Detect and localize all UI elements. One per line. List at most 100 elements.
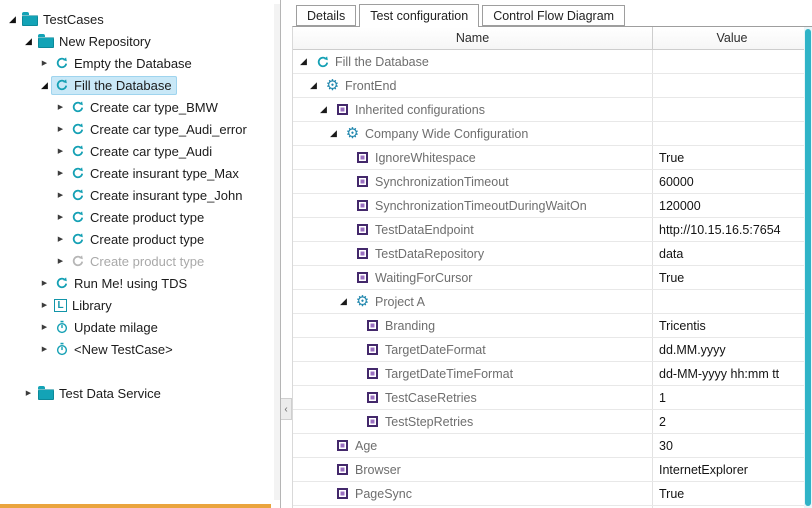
config-name-cell: SynchronizationTimeoutDuringWaitOn	[293, 194, 653, 217]
tree-item-empty-the-database[interactable]: ▶Empty the Database	[0, 52, 280, 74]
tree-item-label: Run Me! using TDS	[74, 276, 187, 291]
config-value-cell[interactable]: True	[653, 146, 812, 169]
config-value-cell[interactable]	[653, 74, 812, 97]
collapse-arrow-icon[interactable]: ◢	[22, 37, 35, 46]
config-value-cell[interactable]	[653, 98, 812, 121]
config-value-cell[interactable]: dd-MM-yyyy hh:mm tt	[653, 362, 812, 385]
expand-arrow-icon[interactable]: ▶	[54, 214, 67, 221]
tree-item-new-testcase[interactable]: ▶<New TestCase>	[0, 338, 280, 360]
tree-item-label: Create product type	[90, 210, 204, 225]
config-name-label: SynchronizationTimeout	[375, 175, 509, 189]
config-value-cell[interactable]: True	[653, 266, 812, 289]
tab-details[interactable]: Details	[296, 5, 356, 26]
param-icon	[357, 248, 368, 259]
tree-item-new-repository[interactable]: ◢New Repository	[0, 30, 280, 52]
expand-arrow-icon[interactable]: ▶	[54, 258, 67, 265]
config-value-cell[interactable]: http://10.15.16.5:7654	[653, 218, 812, 241]
config-name-cell: ◢Inherited configurations	[293, 98, 653, 121]
column-header-value[interactable]: Value	[653, 27, 812, 49]
tab-control-flow-diagram[interactable]: Control Flow Diagram	[482, 5, 625, 26]
collapse-arrow-icon[interactable]: ◢	[317, 105, 330, 114]
config-row-pagesync[interactable]: PageSyncTrue	[293, 482, 812, 506]
tree-item-create-car-type-bmw[interactable]: ▶Create car type_BMW	[0, 96, 280, 118]
config-row-fill-the-database[interactable]: ◢Fill the Database	[293, 50, 812, 74]
tree-item-create-car-type-audi[interactable]: ▶ Create car type_Audi	[0, 140, 280, 162]
expand-arrow-icon[interactable]: ▶	[54, 104, 67, 111]
expand-arrow-icon[interactable]: ▶	[38, 280, 51, 287]
expand-arrow-icon[interactable]: ▶	[38, 324, 51, 331]
details-panel: DetailsTest configurationControl Flow Di…	[292, 0, 812, 508]
config-row-branding[interactable]: BrandingTricentis	[293, 314, 812, 338]
config-value-cell[interactable]	[653, 122, 812, 145]
collapse-panel-button[interactable]: ‹	[281, 398, 292, 420]
config-value-cell[interactable]: Tricentis	[653, 314, 812, 337]
collapse-arrow-icon[interactable]: ◢	[307, 81, 320, 90]
tab-test-configuration[interactable]: Test configuration	[359, 4, 479, 27]
config-row-synchronizationtimeoutduringwaiton[interactable]: SynchronizationTimeoutDuringWaitOn120000	[293, 194, 812, 218]
tree-item-run-me-using-tds[interactable]: ▶ Run Me! using TDS	[0, 272, 280, 294]
expand-arrow-icon[interactable]: ▶	[54, 236, 67, 243]
config-row-waitingforcursor[interactable]: WaitingForCursorTrue	[293, 266, 812, 290]
panel-splitter[interactable]: ‹	[281, 0, 292, 508]
config-row-testcaseretries[interactable]: TestCaseRetries1	[293, 386, 812, 410]
config-value-cell[interactable]: dd.MM.yyyy	[653, 338, 812, 361]
expand-arrow-icon[interactable]: ▶	[54, 192, 67, 199]
grid-vertical-scrollbar[interactable]	[804, 27, 812, 508]
config-value-cell[interactable]: InternetExplorer	[653, 458, 812, 481]
config-value-cell[interactable]: 120000	[653, 194, 812, 217]
expand-arrow-icon[interactable]: ▶	[38, 302, 51, 309]
config-value-cell[interactable]: 60000	[653, 170, 812, 193]
param-icon	[337, 464, 348, 475]
expand-arrow-icon[interactable]: ▶	[22, 390, 35, 397]
tree-item-library[interactable]: ▶Library	[0, 294, 280, 316]
config-value-cell[interactable]: 2	[653, 410, 812, 433]
expand-arrow-icon[interactable]: ▶	[54, 126, 67, 133]
config-row-teststepretries[interactable]: TestStepRetries2	[293, 410, 812, 434]
expand-arrow-icon[interactable]: ▶	[54, 148, 67, 155]
collapse-arrow-icon[interactable]: ◢	[38, 81, 51, 90]
expand-arrow-icon[interactable]: ▶	[38, 60, 51, 67]
tree-item-create-product-type[interactable]: ▶ Create product type	[0, 206, 280, 228]
tree-item-testcases[interactable]: ◢TestCases	[0, 8, 280, 30]
tree-item-fill-the-database[interactable]: ◢Fill the Database	[0, 74, 280, 96]
tree-item-create-insurant-type-john[interactable]: ▶Create insurant type_John	[0, 184, 280, 206]
tree-item-test-data-service[interactable]: ▶Test Data Service	[0, 382, 280, 404]
config-value-cell[interactable]: data	[653, 242, 812, 265]
config-row-targetdateformat[interactable]: TargetDateFormatdd.MM.yyyy	[293, 338, 812, 362]
config-value-cell[interactable]: 30	[653, 434, 812, 457]
tree-item-create-product-type[interactable]: ▶Create product type	[0, 228, 280, 250]
tree-horizontal-scrollbar[interactable]	[0, 504, 271, 508]
collapse-arrow-icon[interactable]: ◢	[337, 297, 350, 306]
config-row-browser[interactable]: BrowserInternetExplorer	[293, 458, 812, 482]
config-value-cell[interactable]	[653, 290, 812, 313]
tree-item-create-car-type-audi-error[interactable]: ▶Create car type_Audi_error	[0, 118, 280, 140]
config-row-inherited-configurations[interactable]: ◢Inherited configurations	[293, 98, 812, 122]
param-icon	[357, 176, 368, 187]
expand-arrow-icon[interactable]: ▶	[38, 346, 51, 353]
column-header-name[interactable]: Name	[293, 27, 653, 49]
tree-item-create-product-type[interactable]: ▶Create product type	[0, 250, 280, 272]
tree-item-label: Create car type_Audi	[90, 144, 212, 159]
config-row-frontend[interactable]: ◢FrontEnd	[293, 74, 812, 98]
collapse-arrow-icon[interactable]: ◢	[6, 15, 19, 24]
config-row-targetdatetimeformat[interactable]: TargetDateTimeFormatdd-MM-yyyy hh:mm tt	[293, 362, 812, 386]
config-name-label: TestDataEndpoint	[375, 223, 474, 237]
config-row-age[interactable]: Age30	[293, 434, 812, 458]
config-row-testdataendpoint[interactable]: TestDataEndpoint http://10.15.16.5:7654	[293, 218, 812, 242]
config-row-company-wide-configuration[interactable]: ◢Company Wide Configuration	[293, 122, 812, 146]
config-value-cell[interactable]	[653, 50, 812, 73]
config-value-cell[interactable]: True	[653, 482, 812, 505]
tree-item-content: Create product type	[67, 230, 209, 249]
scrollbar-thumb[interactable]	[805, 29, 811, 506]
tree-item-create-insurant-type-max[interactable]: ▶Create insurant type_Max	[0, 162, 280, 184]
collapse-arrow-icon[interactable]: ◢	[297, 57, 310, 66]
tree-item-update-milage[interactable]: ▶Update milage	[0, 316, 280, 338]
config-row-project-a[interactable]: ◢Project A	[293, 290, 812, 314]
config-row-synchronizationtimeout[interactable]: SynchronizationTimeout 60000	[293, 170, 812, 194]
tree-vertical-scrollbar[interactable]	[274, 4, 280, 500]
config-row-ignorewhitespace[interactable]: IgnoreWhitespaceTrue	[293, 146, 812, 170]
config-row-testdatarepository[interactable]: TestDataRepositorydata	[293, 242, 812, 266]
collapse-arrow-icon[interactable]: ◢	[327, 129, 340, 138]
expand-arrow-icon[interactable]: ▶	[54, 170, 67, 177]
config-value-cell[interactable]: 1	[653, 386, 812, 409]
